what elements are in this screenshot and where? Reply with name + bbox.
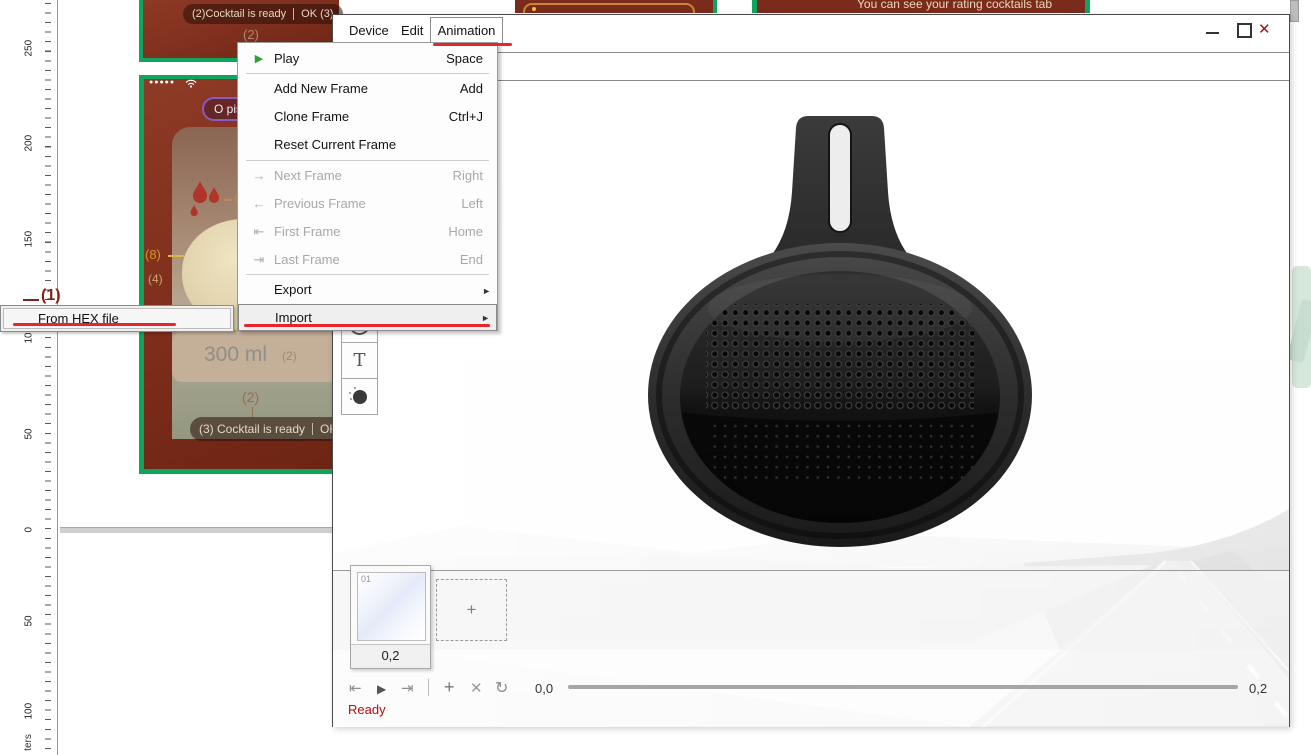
ruler-label: 250 [24, 43, 35, 57]
glass-panel: 300 ml (2) [172, 332, 340, 382]
minimize-icon[interactable] [1206, 32, 1219, 34]
submenu-arrow-icon: ► [482, 277, 491, 305]
menu-item-first-frame[interactable]: ⇤ First Frame Home [238, 218, 497, 246]
reset-frame-button[interactable]: ↻ [495, 678, 508, 698]
status-text: Ready [348, 702, 386, 717]
frame-thumbnail: 01 [357, 572, 426, 641]
screen: 250 200 150 100 50 0 50 100 ters (2)Cock… [0, 0, 1311, 755]
timeline-slider[interactable] [568, 685, 1238, 689]
submenu-arrow-icon: ► [481, 306, 490, 331]
menu-item-previous-frame[interactable]: ← Previous Frame Left [238, 190, 497, 218]
wifi-icon [185, 79, 197, 88]
menu-item-clone-frame[interactable]: Clone Frame Ctrl+J [238, 103, 497, 131]
led-matrix-rings [706, 304, 974, 410]
menu-item-add-new-frame[interactable]: Add New Frame Add [238, 75, 497, 103]
cocktail-ready-pill: (2)Cocktail is ready OK (3) [183, 4, 343, 24]
text-tool-icon: T [353, 350, 365, 371]
add-frame-dropzone[interactable]: + [436, 579, 507, 641]
menu-device[interactable]: Device [349, 23, 389, 38]
volume-annotation: (2) [282, 349, 297, 363]
ruler-label: 50 [24, 613, 35, 627]
first-frame-button[interactable]: ⇤ [349, 679, 362, 697]
last-frame-icon: ⇥ [248, 246, 270, 274]
ruler-label: 200 [24, 138, 35, 152]
pill-divider [312, 423, 313, 435]
annotation-8-label: (8) [145, 247, 161, 262]
led-matrix-dots [706, 420, 974, 484]
frame-thumbnail-card[interactable]: 01 0,2 [350, 565, 431, 669]
maximize-icon[interactable] [1237, 23, 1252, 38]
next-frame-icon: → [248, 162, 270, 190]
signal-strength-icon: ●●●●● [149, 79, 175, 86]
menu-item-export[interactable]: Export ► [238, 276, 497, 304]
menu-separator [246, 73, 489, 74]
first-frame-icon: ⇤ [248, 218, 270, 246]
menu-item-last-frame[interactable]: ⇥ Last Frame End [238, 246, 497, 274]
red-underline-import [244, 324, 490, 327]
play-icon: ▶ [248, 45, 270, 73]
ruler-label: 100 [24, 706, 35, 720]
device-handle-slot [829, 124, 851, 232]
menu-edit[interactable]: Edit [401, 23, 423, 38]
annotation-1-label: (1) [41, 287, 61, 305]
delete-frame-button[interactable]: ✕ [470, 679, 483, 697]
animation-tool-button[interactable] [341, 378, 378, 415]
vertical-ruler-edge [57, 0, 58, 755]
device-preview [648, 112, 1032, 549]
menu-item-play[interactable]: ▶ Play Space [238, 45, 497, 73]
top-strip-rating-fragment: You can see your rating cocktails tab [752, 0, 1090, 13]
ruler-zero-divider [60, 527, 332, 533]
controls-divider [428, 679, 429, 696]
red-underline-animation [433, 43, 512, 46]
drops-icon [186, 179, 226, 223]
pill-text: (2)Cocktail is ready [192, 8, 286, 20]
mid-annotation-2: (2) [242, 389, 259, 405]
slider-dot [532, 7, 536, 11]
text-tool-button[interactable]: T [341, 342, 378, 379]
timeline-position: 0,0 [535, 681, 553, 696]
drops-connector [224, 199, 232, 201]
pill-ok: OK (3) [301, 8, 333, 20]
rating-hint-text: You can see your rating cocktails tab [857, 0, 1052, 11]
vertical-ruler-ticks [45, 3, 51, 755]
menu-separator [246, 274, 489, 275]
annotation-4-label: (4) [148, 272, 163, 286]
import-submenu: From HEX file [0, 305, 234, 332]
annotation-8-connector [168, 255, 184, 257]
background-scrollbar-thumb[interactable] [1290, 0, 1299, 22]
annotation-1-connector [23, 299, 39, 301]
menu-animation-label: Animation [438, 23, 496, 38]
pill-divider [293, 8, 294, 20]
last-frame-button[interactable]: ⇥ [401, 679, 414, 697]
ruler-label: 150 [24, 234, 35, 248]
ruler-label: 0 [24, 519, 35, 533]
previous-frame-icon: ← [248, 190, 270, 218]
cocktail-ready-pill-2: (3) Cocktail is ready OK (4) [190, 417, 340, 441]
top-strip-screen-fragment [515, 0, 717, 13]
frame-duration[interactable]: 0,2 [351, 644, 430, 668]
annotation-2-label: (2) [243, 27, 259, 42]
add-frame-button[interactable]: + [444, 677, 455, 698]
red-underline-from-hex-file [13, 323, 176, 326]
slider-outline-fragment [523, 3, 695, 13]
menu-item-next-frame[interactable]: → Next Frame Right [238, 162, 497, 190]
frame-number: 01 [361, 574, 371, 584]
volume-label: 300 ml [204, 343, 267, 367]
animation-tool-icon [353, 390, 367, 404]
menu-animation[interactable]: Animation [430, 17, 503, 45]
timeline-end: 0,2 [1249, 681, 1267, 696]
ruler-label: 50 [24, 426, 35, 440]
animation-menu: ▶ Play Space Add New Frame Add Clone Fra… [237, 42, 498, 331]
menu-item-reset-current-frame[interactable]: Reset Current Frame [238, 131, 497, 159]
plus-icon: + [467, 600, 477, 620]
pill-text: (3) Cocktail is ready [199, 422, 305, 436]
ruler-side-text: ters [23, 734, 34, 751]
menu-separator [246, 160, 489, 161]
close-icon[interactable]: ✕ [1258, 20, 1271, 38]
play-button[interactable]: ▶ [377, 682, 386, 696]
